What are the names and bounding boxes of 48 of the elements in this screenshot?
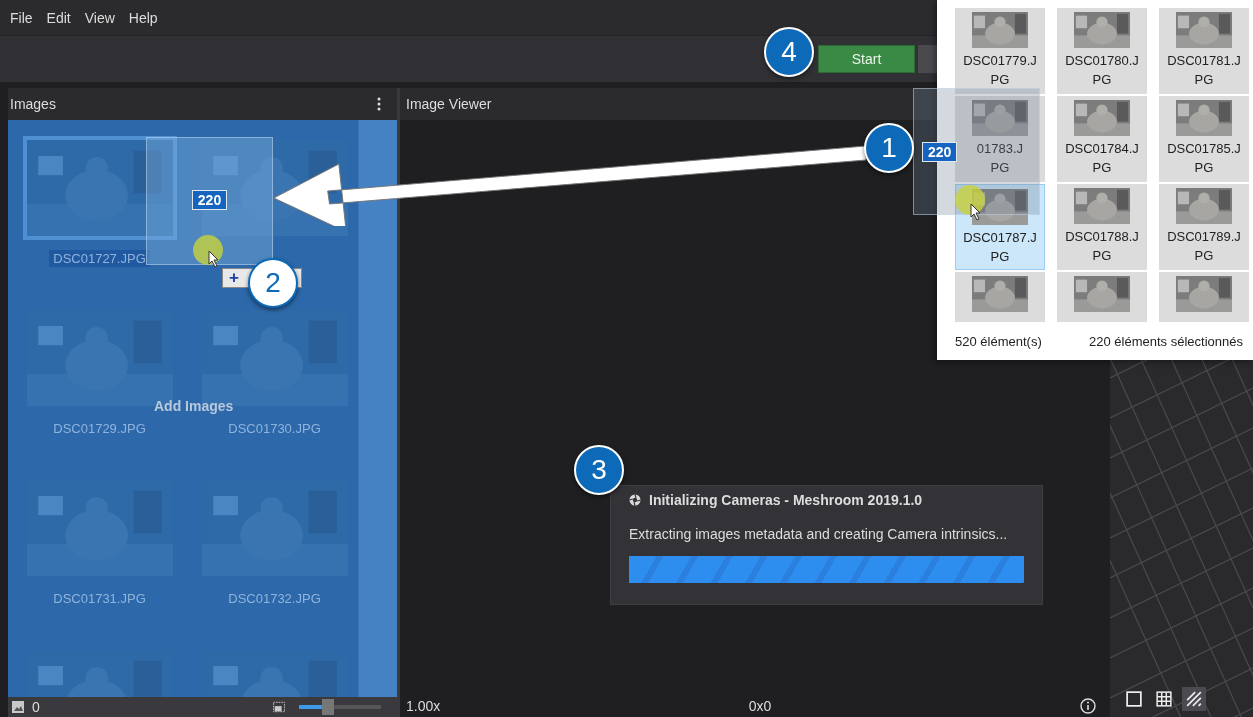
dialog-title: Initializing Cameras - Meshroom 2019.1.0 — [649, 492, 923, 508]
info-icon[interactable] — [1080, 698, 1096, 714]
cursor-icon — [208, 250, 220, 268]
image-filename: DSC01727.JPG — [49, 250, 150, 267]
explorer-thumbnail[interactable]: DSC01784.J PG — [1057, 96, 1147, 182]
menu-item[interactable]: Edit — [46, 9, 71, 26]
selection-count-badge: 220 — [922, 141, 958, 162]
image-name: 01783.J PG — [976, 140, 1024, 177]
menu-item[interactable]: File — [10, 9, 33, 26]
image-name: DSC01787.J PG — [963, 229, 1037, 266]
image-filename: DSC01731.JPG — [52, 590, 147, 607]
item-count: 520 élément(s) — [955, 333, 1042, 349]
aperture-icon — [629, 494, 641, 506]
image-filename: DSC01729.JPG — [52, 420, 147, 437]
menu-item[interactable]: View — [84, 9, 115, 26]
image-filename: DSC01732.JPG — [227, 590, 322, 607]
drop-hint: Add Images — [154, 398, 234, 414]
explorer-thumbnail[interactable]: DSC01781.J PG — [1159, 8, 1249, 94]
image-icon — [12, 701, 24, 713]
more-options-icon[interactable] — [377, 97, 381, 111]
image-name: DSC01784.J PG — [1065, 140, 1139, 177]
image-name: DSC01781.J PG — [1167, 52, 1241, 89]
image-filename: DSC01730.JPG — [227, 420, 322, 437]
image-name: DSC01789.J PG — [1167, 228, 1241, 265]
image-name: DSC01788.J PG — [1065, 228, 1139, 265]
cursor-icon — [970, 203, 982, 221]
explorer-thumbnail[interactable]: DSC01779.J PG — [955, 8, 1045, 94]
explorer-thumbnail[interactable]: DSC01785.J PG — [1159, 96, 1249, 182]
image-name: DSC01780.J PG — [1065, 52, 1139, 89]
plus-sign: + — [229, 268, 239, 288]
menu-item[interactable]: Help — [128, 9, 158, 26]
image-count: 0 — [32, 699, 40, 715]
explorer-thumbnail[interactable]: DSC01787.J PG — [955, 184, 1045, 270]
wireframe-view-button[interactable] — [1182, 687, 1206, 711]
image-resolution: 0x0 — [748, 698, 772, 714]
thumbnail-size-icon — [273, 701, 285, 713]
start-button[interactable]: Start — [818, 45, 915, 73]
explorer-thumbnail[interactable]: DSC01789.J PG — [1159, 184, 1249, 270]
explorer-thumbnail[interactable]: DSC01788.J PG — [1057, 184, 1147, 270]
explorer-thumbnail[interactable]: 01783.J PG — [955, 96, 1045, 182]
zoom-level: 1.00x — [406, 698, 441, 714]
image-name: DSC01779.J PG — [963, 52, 1037, 89]
panel-title: Images — [10, 96, 56, 112]
selection-count: 220 éléments sélectionnés — [1089, 333, 1243, 349]
panel-title: Image Viewer — [406, 96, 492, 112]
explorer-thumbnail[interactable]: DSC01780.J PG — [1057, 8, 1147, 94]
image-name: DSC01785.J PG — [1167, 140, 1241, 177]
dialog-message: Extracting images metadata and creating Camera intrinsics... — [629, 526, 1009, 542]
